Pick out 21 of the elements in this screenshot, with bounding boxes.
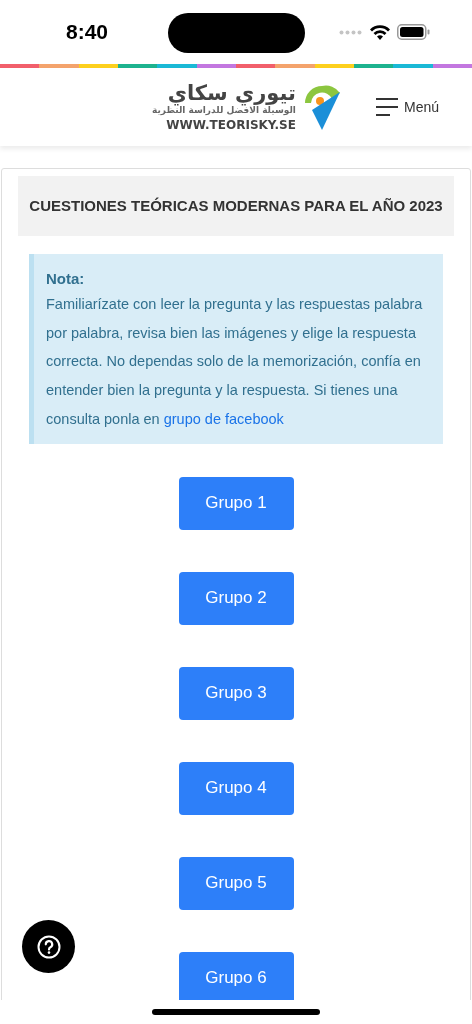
note-text: Familiarízate con leer la pregunta y las respuestas palabra por palabra, revisa bien las imágenes y elige la respuesta correcta. No dependas solo de la memorización, confía en entender bien la pregunta y la respuesta. Si tienes una consulta ponla en grupo de facebook [46,295,424,429]
help-icon [36,934,61,959]
group-button[interactable]: Grupo 2 [178,571,294,625]
battery-icon [397,24,430,40]
status-time: 8:40 [66,19,109,46]
help-button[interactable] [22,920,75,973]
logo-url: WWW.TEORISKY.SE [166,116,296,133]
page-title: CUESTIONES TEÓRICAS MODERNAS PARA EL AÑO 2023 [29,195,443,216]
menu-button[interactable]: Menú [375,96,439,118]
wifi-icon [370,24,390,40]
group-button[interactable]: Grupo 3 [178,666,294,720]
group-button[interactable]: Grupo 5 [178,856,294,910]
group-button[interactable]: Grupo 6 [178,951,294,1000]
logo-tagline: الوسيلة الافضل للدراسة النظرية [152,104,296,117]
logo-title: تيوري سكاي [167,81,296,104]
group-button[interactable]: Grupo 1 [178,476,294,530]
note-heading: Nota: [46,269,86,289]
menu-icon [375,98,398,116]
facebook-group-link[interactable]: grupo de facebook [163,410,284,427]
group-button[interactable]: Grupo 4 [178,761,294,815]
signal-icon [339,29,363,35]
